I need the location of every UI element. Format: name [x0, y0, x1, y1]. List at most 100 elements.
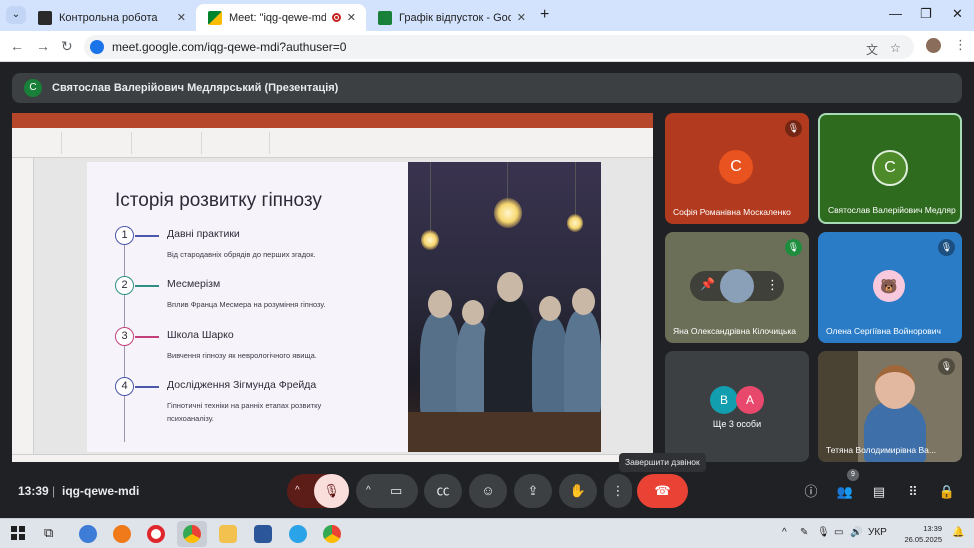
present-button[interactable]: ⇪ [514, 474, 552, 508]
more-vert-icon: ⋮ [611, 483, 625, 498]
more-options-button[interactable]: ⋮ [604, 474, 632, 508]
more-options-icon[interactable]: ⋮ [766, 277, 779, 293]
new-tab-plus-icon[interactable]: + [540, 6, 549, 24]
illustration-figure [532, 317, 568, 415]
bear-avatar-icon: 🐻 [873, 270, 905, 302]
participant-name: Святослав Валерійович Медлярський [828, 205, 956, 215]
tab-search-button[interactable]: ⌄ [6, 6, 26, 24]
lamp-wire [430, 162, 431, 234]
presenter-avatar: С [24, 79, 42, 97]
tab-title: Графік відпусток - Google Таб [399, 11, 511, 24]
chrome-icon[interactable] [183, 525, 201, 543]
host-controls-button[interactable]: 🔒 [937, 482, 957, 502]
raise-hand-button[interactable]: ✋ [559, 474, 597, 508]
end-call-button[interactable]: ☎ [637, 474, 688, 508]
illustration-head [497, 272, 523, 302]
show-hidden-icons-chevron-icon[interactable]: ^ [782, 527, 787, 538]
word-icon[interactable] [254, 525, 272, 543]
close-tab-icon[interactable]: ✕ [517, 11, 526, 24]
camera-icon[interactable]: ▭ [390, 474, 402, 508]
chevron-down-icon: ⌄ [11, 9, 21, 20]
close-tab-icon[interactable]: ✕ [347, 11, 356, 24]
people-count-badge: 9 [847, 469, 859, 481]
step-heading: Школа Шарко [167, 329, 234, 341]
chrome-profile-icon[interactable] [323, 525, 341, 543]
bookmark-star-icon[interactable]: ☆ [890, 41, 901, 55]
shared-screen: Історія розвитку гіпнозу 1 Давні практик… [12, 113, 653, 462]
url-text: meet.google.com/iqg-qewe-mdi?authuser=0 [112, 40, 347, 54]
participant-tile[interactable]: 🎙 📌 ⋮ Яна Олександрівна Кілочицька [665, 232, 809, 343]
telegram-icon[interactable] [289, 525, 307, 543]
chrome-menu-icon[interactable]: ⋮ [954, 37, 967, 53]
captions-button[interactable]: ㏄ [424, 474, 462, 508]
taskbar-clock[interactable]: 13:39 26.05.2025 [894, 523, 942, 545]
step-connector [135, 336, 159, 338]
translate-icon[interactable]: 文 [866, 41, 878, 58]
tab-grafik-vidpustok[interactable]: Графік відпусток - Google Таб ✕ [366, 4, 536, 31]
volume-tray-icon[interactable]: 🔊 [850, 527, 862, 538]
step-number: 2 [115, 276, 134, 295]
task-view-icon[interactable]: ⧉ [44, 525, 53, 541]
more-participants-tile[interactable]: В А Ще 3 особи [665, 351, 809, 462]
profile-avatar[interactable] [926, 38, 941, 53]
mic-off-icon: 🎙 [323, 483, 340, 498]
classroom-favicon-icon [38, 10, 52, 25]
tab-kontrolna-robota[interactable]: Контрольна робота ✕ [26, 4, 196, 31]
participant-tile-video[interactable]: 🎙 Тетяна Володимирівна Ва... [818, 351, 962, 462]
ribbon-group [16, 132, 62, 154]
chat-button[interactable]: ▤ [869, 482, 889, 502]
pen-tray-icon[interactable]: ✎ [800, 527, 808, 538]
reactions-button[interactable]: ☺ [469, 474, 507, 508]
globe-app-icon[interactable] [79, 525, 97, 543]
lamp-wire [507, 162, 508, 202]
tab-meet[interactable]: Meet: "iqg-qewe-mdi" ✕ [196, 4, 366, 31]
people-button[interactable]: 👥 [835, 482, 855, 502]
windows-start-icon[interactable] [11, 526, 25, 540]
meeting-details-button[interactable]: ⓘ [801, 482, 821, 502]
tile-hover-actions: 📌 ⋮ [690, 269, 784, 303]
timeline-step: 3 Школа Шарко Вивчення гіпнозу як неврол… [115, 327, 405, 367]
input-language[interactable]: УКР [868, 527, 887, 538]
close-window-icon[interactable]: ✕ [952, 6, 963, 22]
mic-toggle-button[interactable]: 🎙 [314, 474, 349, 508]
opera-icon[interactable] [147, 525, 165, 543]
apps-grid-icon: ⠿ [908, 484, 918, 499]
ribbon-group [206, 132, 270, 154]
step-description: Вплив Франца Месмера на розуміння гіпноз… [167, 300, 326, 309]
site-info-icon[interactable] [90, 40, 104, 54]
forward-arrow-icon[interactable]: → [36, 38, 50, 54]
file-explorer-icon[interactable] [219, 525, 237, 543]
windows-taskbar: ⧉ ^ ✎ 🎙 ▭ 🔊 УКР 13:39 26.05.2025 🔔 [0, 518, 974, 548]
restore-window-icon[interactable]: ❐ [920, 6, 932, 22]
participant-tile-speaking[interactable]: С Святослав Валерійович Медлярський [818, 113, 962, 224]
camera-options-chevron-icon[interactable]: ^ [366, 474, 371, 508]
chat-icon: ▤ [872, 484, 886, 499]
meeting-clock: 13:39 [18, 484, 49, 498]
slide-illustration [408, 162, 601, 452]
participant-avatar: С [872, 150, 908, 186]
notifications-bell-icon[interactable]: 🔔 [952, 527, 964, 538]
participant-tile[interactable]: 🎙 С Софія Романівна Москаленко [665, 113, 809, 224]
back-arrow-icon[interactable]: ← [10, 38, 24, 54]
participant-tile[interactable]: 🎙 🐻 Олена Сергіївна Войнорович [818, 232, 962, 343]
close-tab-icon[interactable]: ✕ [177, 11, 186, 24]
reload-icon[interactable]: ↻ [61, 38, 73, 55]
activities-button[interactable]: ⠿ [903, 482, 923, 502]
illustration-figure [564, 310, 601, 416]
participant-name: Олена Сергіївна Войнорович [826, 326, 941, 336]
network-tray-icon[interactable]: ▭ [834, 527, 843, 538]
step-number: 3 [115, 327, 134, 346]
pin-icon[interactable]: 📌 [700, 277, 715, 291]
participant-avatar: А [736, 386, 764, 414]
mic-options-chevron-icon[interactable]: ^ [295, 474, 300, 508]
captions-icon: ㏄ [436, 483, 450, 498]
minimize-window-icon[interactable]: — [889, 6, 902, 21]
meet-favicon-icon [208, 10, 222, 25]
firefox-icon[interactable] [113, 525, 131, 543]
lock-person-icon: 🔒 [938, 484, 956, 499]
step-description: Від стародавніх обрядів до перших згадок… [167, 250, 316, 259]
light-bulb [421, 230, 439, 250]
microphone-tray-icon[interactable]: 🎙 [817, 527, 830, 538]
address-bar[interactable]: meet.google.com/iqg-qewe-mdi?authuser=0 … [84, 35, 914, 59]
powerpoint-vertical-ruler [12, 158, 34, 454]
